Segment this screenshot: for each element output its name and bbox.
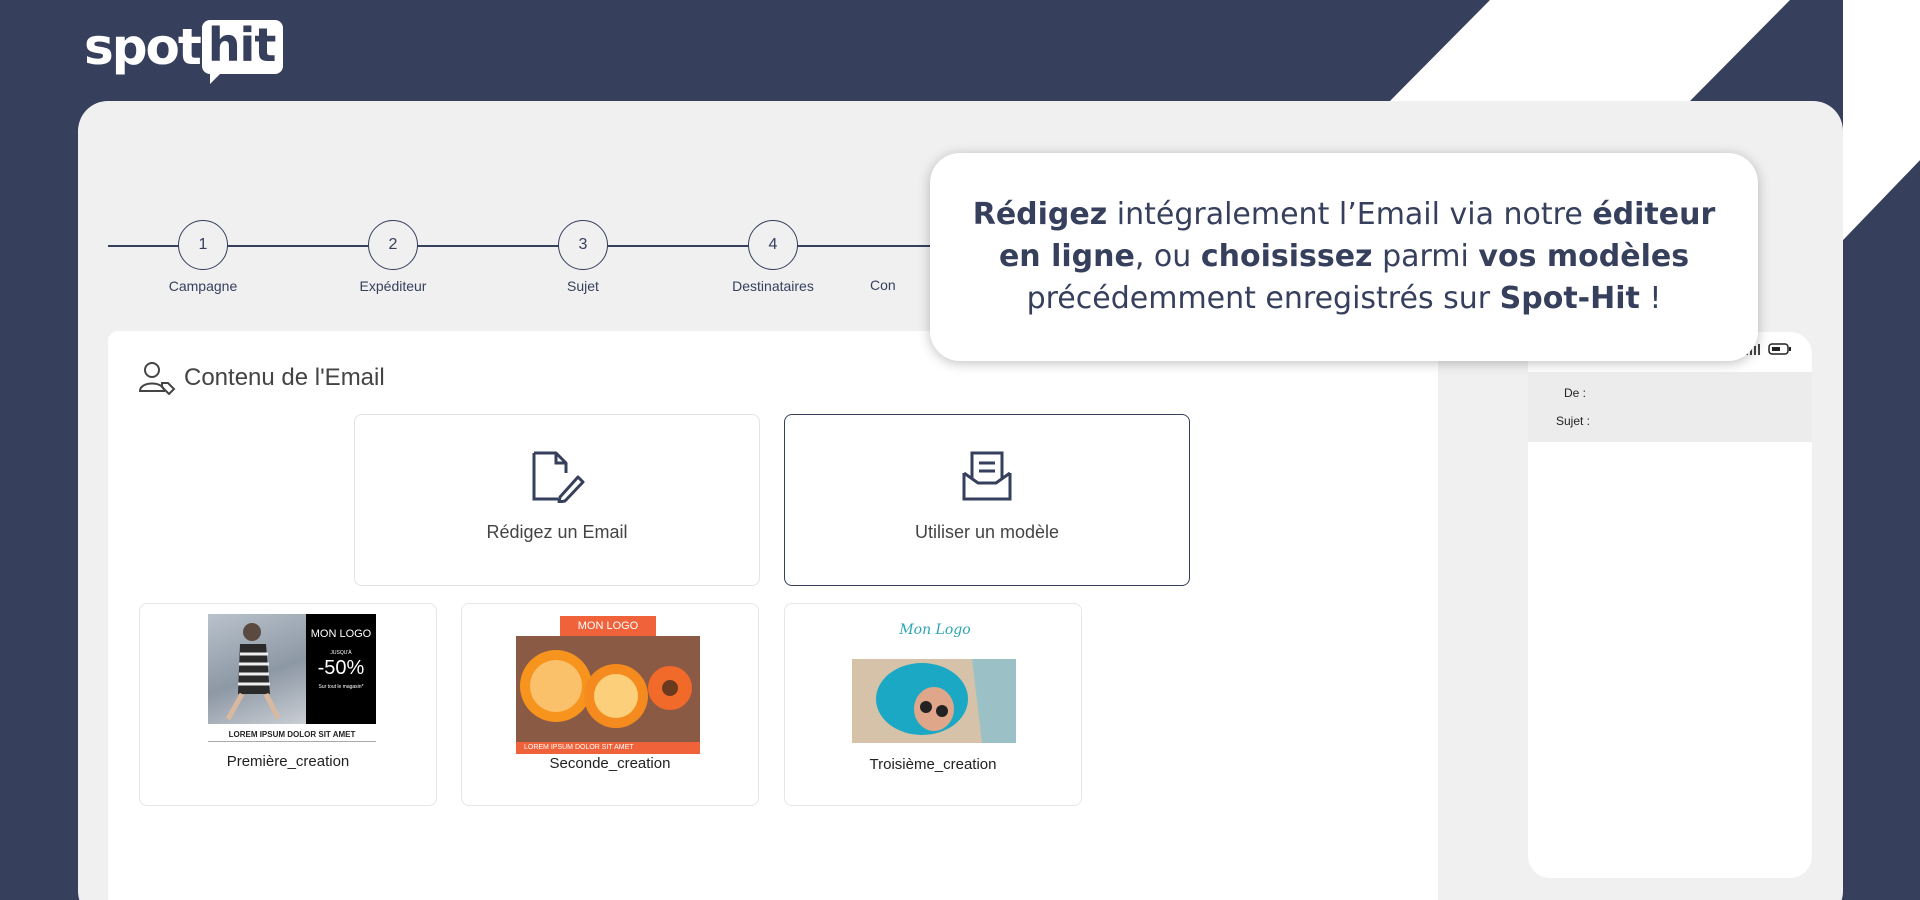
step-label: Destinataires: [732, 278, 814, 294]
spothit-logo[interactable]: spot hit: [84, 18, 284, 84]
template-2-thumbnail: MON LOGO LOREM IPSUM DOLOR SIT AMET: [516, 616, 700, 754]
promo-sub: Sur tout le magasin*: [318, 684, 364, 690]
callout-text: Rédigez intégralement l’Email via notre …: [972, 197, 1716, 316]
step-campagne[interactable]: 1 Campagne: [133, 220, 273, 294]
woman-photo: [208, 614, 306, 724]
write-email-option[interactable]: Rédigez un Email: [354, 414, 760, 586]
step-destinataires[interactable]: 4 Destinataires: [703, 220, 843, 294]
template-footer-text: LOREM IPSUM DOLOR SIT AMET: [228, 730, 356, 739]
step-label: Expéditeur: [359, 278, 427, 294]
oranges-photo: [516, 636, 700, 742]
write-email-label: Rédigez un Email: [486, 522, 628, 542]
promo-panel: MON LOGO JUSQU'À -50% Sur tout le magasi…: [306, 614, 376, 724]
template-name: Seconde_creation: [549, 755, 671, 772]
template-card-2[interactable]: MON LOGO LOREM IPSUM DOLOR SIT AMET Seco…: [461, 603, 759, 806]
step-expediteur[interactable]: 2 Expéditeur: [323, 220, 463, 294]
file-edit-icon: [532, 451, 585, 504]
template-logo-text: MON LOGO: [310, 628, 372, 640]
step-label: Campagne: [168, 278, 238, 294]
phone-preview: De : Sujet :: [1528, 332, 1812, 878]
email-content-card: Contenu de l'Email Rédigez un Email Util…: [108, 331, 1438, 900]
content-title-text: Contenu de l'Email: [184, 364, 385, 391]
user-tag-icon: [138, 362, 176, 395]
template-logo-text: MON LOGO: [560, 616, 656, 636]
logo-spot-text: spot: [84, 18, 202, 76]
logo-hit-badge: hit: [201, 20, 284, 84]
step-number: 4: [748, 220, 798, 270]
step-number: 1: [178, 220, 228, 270]
use-template-label: Utiliser un modèle: [914, 522, 1060, 542]
step-number: 3: [558, 220, 608, 270]
step-sujet[interactable]: 3 Sujet: [513, 220, 653, 294]
from-label: De :: [1564, 386, 1587, 400]
template-divider: [208, 741, 376, 742]
content-title: Contenu de l'Email: [138, 361, 385, 395]
woman-blue-hair-photo: [852, 659, 1016, 743]
use-template-option[interactable]: Utiliser un modèle: [784, 414, 1190, 586]
template-card-3[interactable]: Mon Logo Troisième_creation: [784, 603, 1082, 806]
step-label: Sujet: [567, 278, 599, 294]
mail-open-icon: [962, 451, 1012, 501]
template-card-1[interactable]: MON LOGO JUSQU'À -50% Sur tout le magasi…: [139, 603, 437, 806]
template-1-thumbnail: MON LOGO JUSQU'À -50% Sur tout le magasi…: [208, 614, 376, 724]
template-name: Troisième_creation: [869, 756, 997, 773]
battery-icon: [1768, 343, 1791, 355]
feature-callout: Rédigez intégralement l’Email via notre …: [930, 153, 1758, 361]
promo-value: -50%: [317, 657, 365, 679]
promo-small: JUSQU'À: [330, 650, 352, 656]
step-number: 2: [368, 220, 418, 270]
subject-label: Sujet :: [1556, 414, 1591, 428]
template-name: Première_creation: [226, 753, 350, 770]
template-footer-text: LOREM IPSUM DOLOR SIT AMET: [524, 744, 634, 751]
phone-mail-header: De : Sujet :: [1528, 372, 1812, 442]
template-logo-text: Mon Logo: [899, 622, 971, 638]
